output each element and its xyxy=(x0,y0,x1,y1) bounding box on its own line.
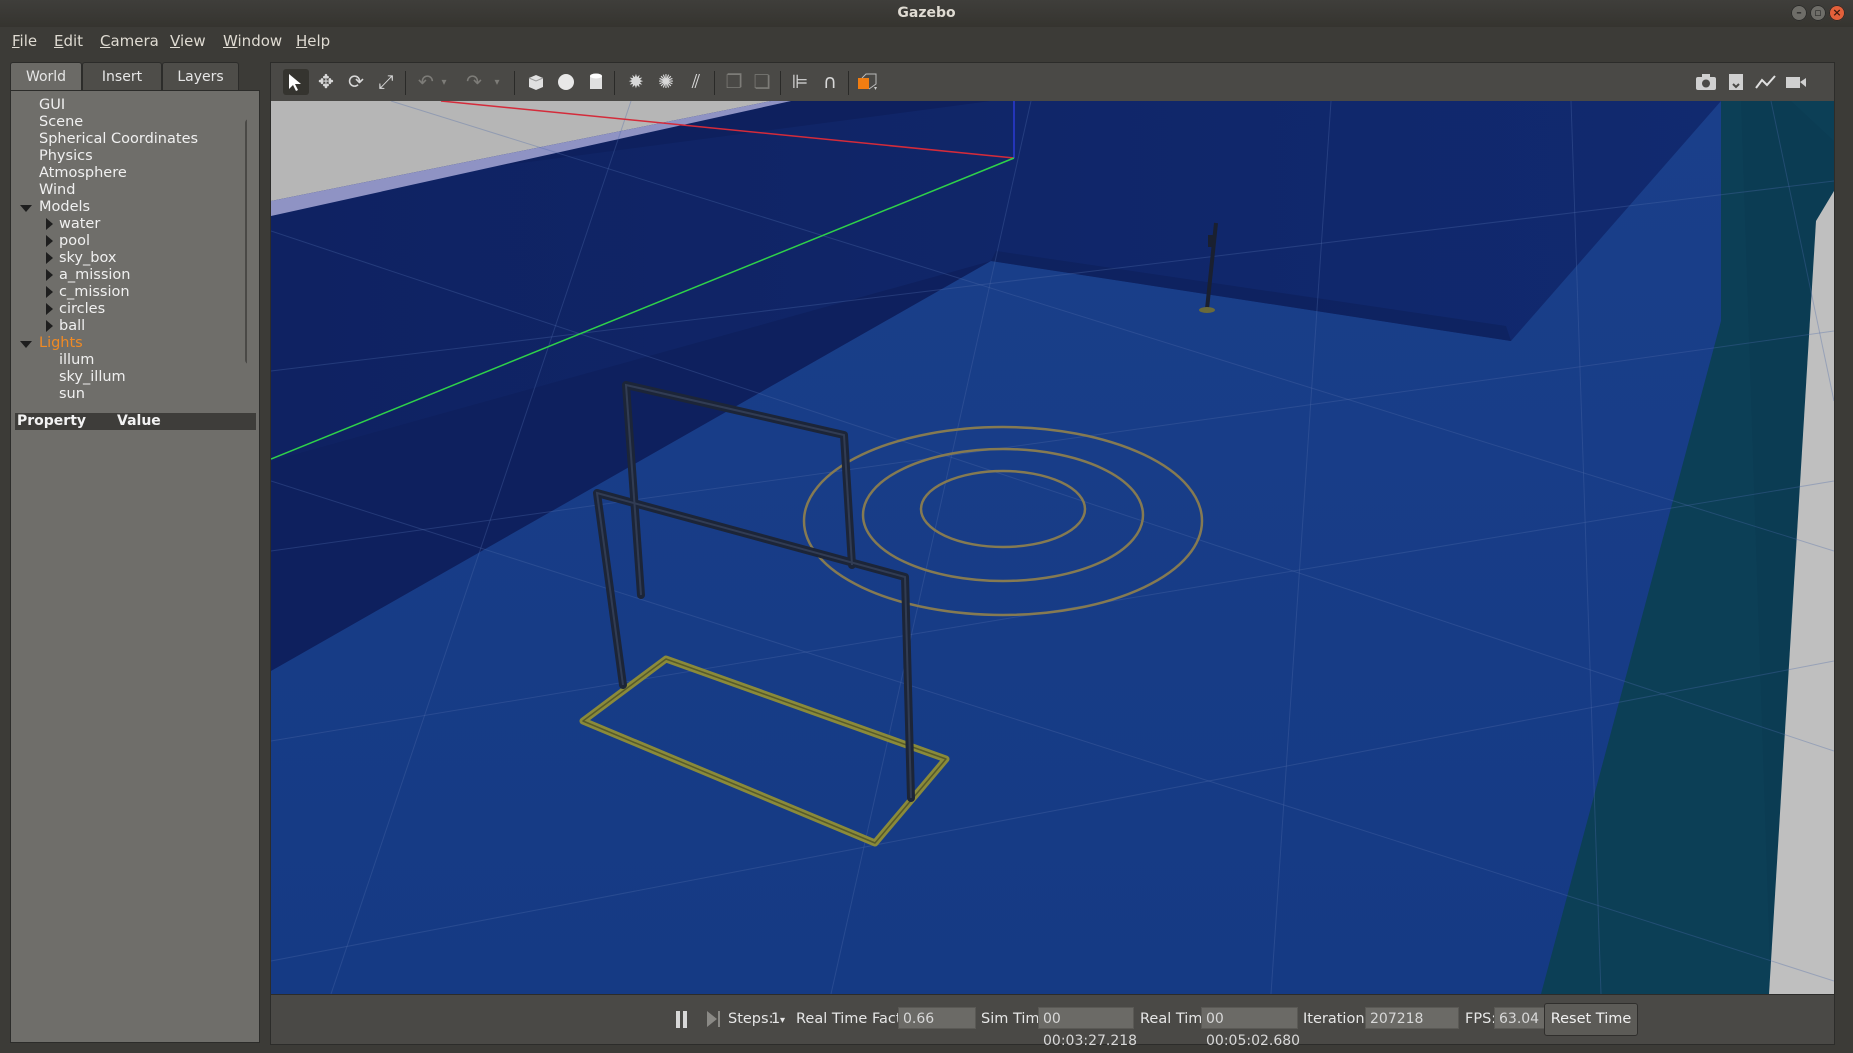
tree-item-sky-illum[interactable]: sky_illum xyxy=(59,369,126,385)
window-title: Gazebo xyxy=(897,5,956,21)
steps-value[interactable]: 1 xyxy=(771,1011,780,1027)
tree-item-physics[interactable]: Physics xyxy=(39,148,93,164)
tree-item-ball[interactable]: ball xyxy=(59,318,85,334)
menu-view[interactable]: View xyxy=(170,32,206,50)
3d-viewport[interactable] xyxy=(270,101,1835,994)
pause-icon[interactable] xyxy=(676,1011,680,1028)
fps-label: FPS: xyxy=(1465,1011,1497,1027)
minimize-icon[interactable]: – xyxy=(1791,5,1807,21)
cylinder-icon[interactable] xyxy=(583,69,609,95)
tree-item-lights[interactable]: Lights xyxy=(39,335,83,351)
change-view-icon[interactable] xyxy=(855,69,881,95)
menu-camera[interactable]: Camera xyxy=(100,32,159,50)
menu-file[interactable]: File xyxy=(12,32,37,50)
step-bar-icon xyxy=(718,1011,720,1027)
real-time-field: 00 00:05:02.680 xyxy=(1201,1007,1300,1049)
tree-item-illum[interactable]: illum xyxy=(59,352,94,368)
tree-item-water[interactable]: water xyxy=(59,216,100,232)
iterations-field: 207218 xyxy=(1365,1007,1459,1029)
tree-item-sky-box[interactable]: sky_box xyxy=(59,250,116,266)
left-panel: World Insert Layers GUI Scene Spherical … xyxy=(10,62,260,1043)
log-icon[interactable] xyxy=(1723,69,1749,95)
reset-time-button[interactable]: Reset Time xyxy=(1544,1003,1638,1036)
menu-edit[interactable]: Edit xyxy=(54,32,83,50)
pause-icon[interactable] xyxy=(683,1011,687,1028)
steps-dropdown-icon[interactable]: ▾ xyxy=(780,1015,785,1026)
toolbar: ✥ ⟳ ⤢ ↶ ▾ ↷ ▾ ✹ ✺ ⫽ ❐ ❏ ⊫ ∩ xyxy=(270,62,1835,102)
real-time-factor-field: 0.66 xyxy=(898,1007,976,1029)
plot-icon[interactable] xyxy=(1753,69,1779,95)
world-tree: GUI Scene Spherical Coordinates Physics … xyxy=(11,91,247,411)
tree-item-spherical-coordinates[interactable]: Spherical Coordinates xyxy=(39,131,198,147)
scale-icon[interactable]: ⤢ xyxy=(373,69,399,95)
maximize-icon[interactable]: ▫ xyxy=(1810,5,1826,21)
tree-item-c-mission[interactable]: c_mission xyxy=(59,284,130,300)
select-arrow-icon[interactable] xyxy=(283,69,309,95)
translate-icon[interactable]: ✥ xyxy=(313,69,339,95)
property-table-header: Property Value xyxy=(15,413,256,430)
close-icon[interactable]: × xyxy=(1829,5,1845,21)
tab-world[interactable]: World xyxy=(10,62,82,91)
sphere-icon[interactable] xyxy=(553,69,579,95)
screenshot-icon[interactable] xyxy=(1693,69,1719,95)
tree-item-sun[interactable]: sun xyxy=(59,386,85,402)
expand-models-icon[interactable] xyxy=(20,205,32,212)
property-column-header: Property xyxy=(17,413,87,429)
tree-item-a-mission[interactable]: a_mission xyxy=(59,267,131,283)
redo-dropdown-icon[interactable]: ▾ xyxy=(484,69,510,95)
title-bar: Gazebo – ▫ × xyxy=(0,0,1853,28)
record-video-icon[interactable] xyxy=(1783,69,1809,95)
paste-icon[interactable]: ❏ xyxy=(749,69,775,95)
tab-layers[interactable]: Layers xyxy=(162,62,239,91)
align-icon[interactable]: ⊫ xyxy=(787,69,813,95)
menu-window[interactable]: Window xyxy=(223,32,282,50)
menu-bar: File Edit Camera View Window Help xyxy=(0,27,1853,55)
tab-insert[interactable]: Insert xyxy=(82,62,162,91)
value-column-header: Value xyxy=(117,413,161,429)
simulation-status-bar: Steps: 1 ▾ Real Time Factor: 0.66 Sim Ti… xyxy=(270,994,1835,1049)
menu-help[interactable]: Help xyxy=(296,32,330,50)
tree-item-gui[interactable]: GUI xyxy=(39,97,65,113)
steps-label: Steps: xyxy=(728,1011,774,1027)
spot-light-icon[interactable]: ✺ xyxy=(653,69,679,95)
tree-item-circles[interactable]: circles xyxy=(59,301,105,317)
tree-item-models[interactable]: Models xyxy=(39,199,90,215)
world-panel: GUI Scene Spherical Coordinates Physics … xyxy=(10,90,260,1043)
expand-lights-icon[interactable] xyxy=(20,341,32,348)
step-icon[interactable] xyxy=(707,1011,717,1027)
copy-icon[interactable]: ❐ xyxy=(721,69,747,95)
point-light-icon[interactable]: ✹ xyxy=(623,69,649,95)
expand-a-mission-icon[interactable] xyxy=(46,269,53,281)
scene-render xyxy=(271,101,1834,994)
directional-light-icon[interactable]: ⫽ xyxy=(683,69,709,95)
rotate-icon[interactable]: ⟳ xyxy=(343,69,369,95)
undo-dropdown-icon[interactable]: ▾ xyxy=(431,69,457,95)
tree-item-atmosphere[interactable]: Atmosphere xyxy=(39,165,127,181)
tree-item-scene[interactable]: Scene xyxy=(39,114,83,130)
expand-ball-icon[interactable] xyxy=(46,320,53,332)
expand-water-icon[interactable] xyxy=(46,218,53,230)
tree-item-wind[interactable]: Wind xyxy=(39,182,75,198)
expand-circles-icon[interactable] xyxy=(46,303,53,315)
tree-scrollbar[interactable] xyxy=(245,119,247,364)
snap-icon[interactable]: ∩ xyxy=(817,69,843,95)
expand-sky-box-icon[interactable] xyxy=(46,252,53,264)
expand-c-mission-icon[interactable] xyxy=(46,286,53,298)
box-icon[interactable] xyxy=(523,69,549,95)
expand-pool-icon[interactable] xyxy=(46,235,53,247)
tree-item-pool[interactable]: pool xyxy=(59,233,90,249)
sim-time-field: 00 00:03:27.218 xyxy=(1038,1007,1137,1049)
